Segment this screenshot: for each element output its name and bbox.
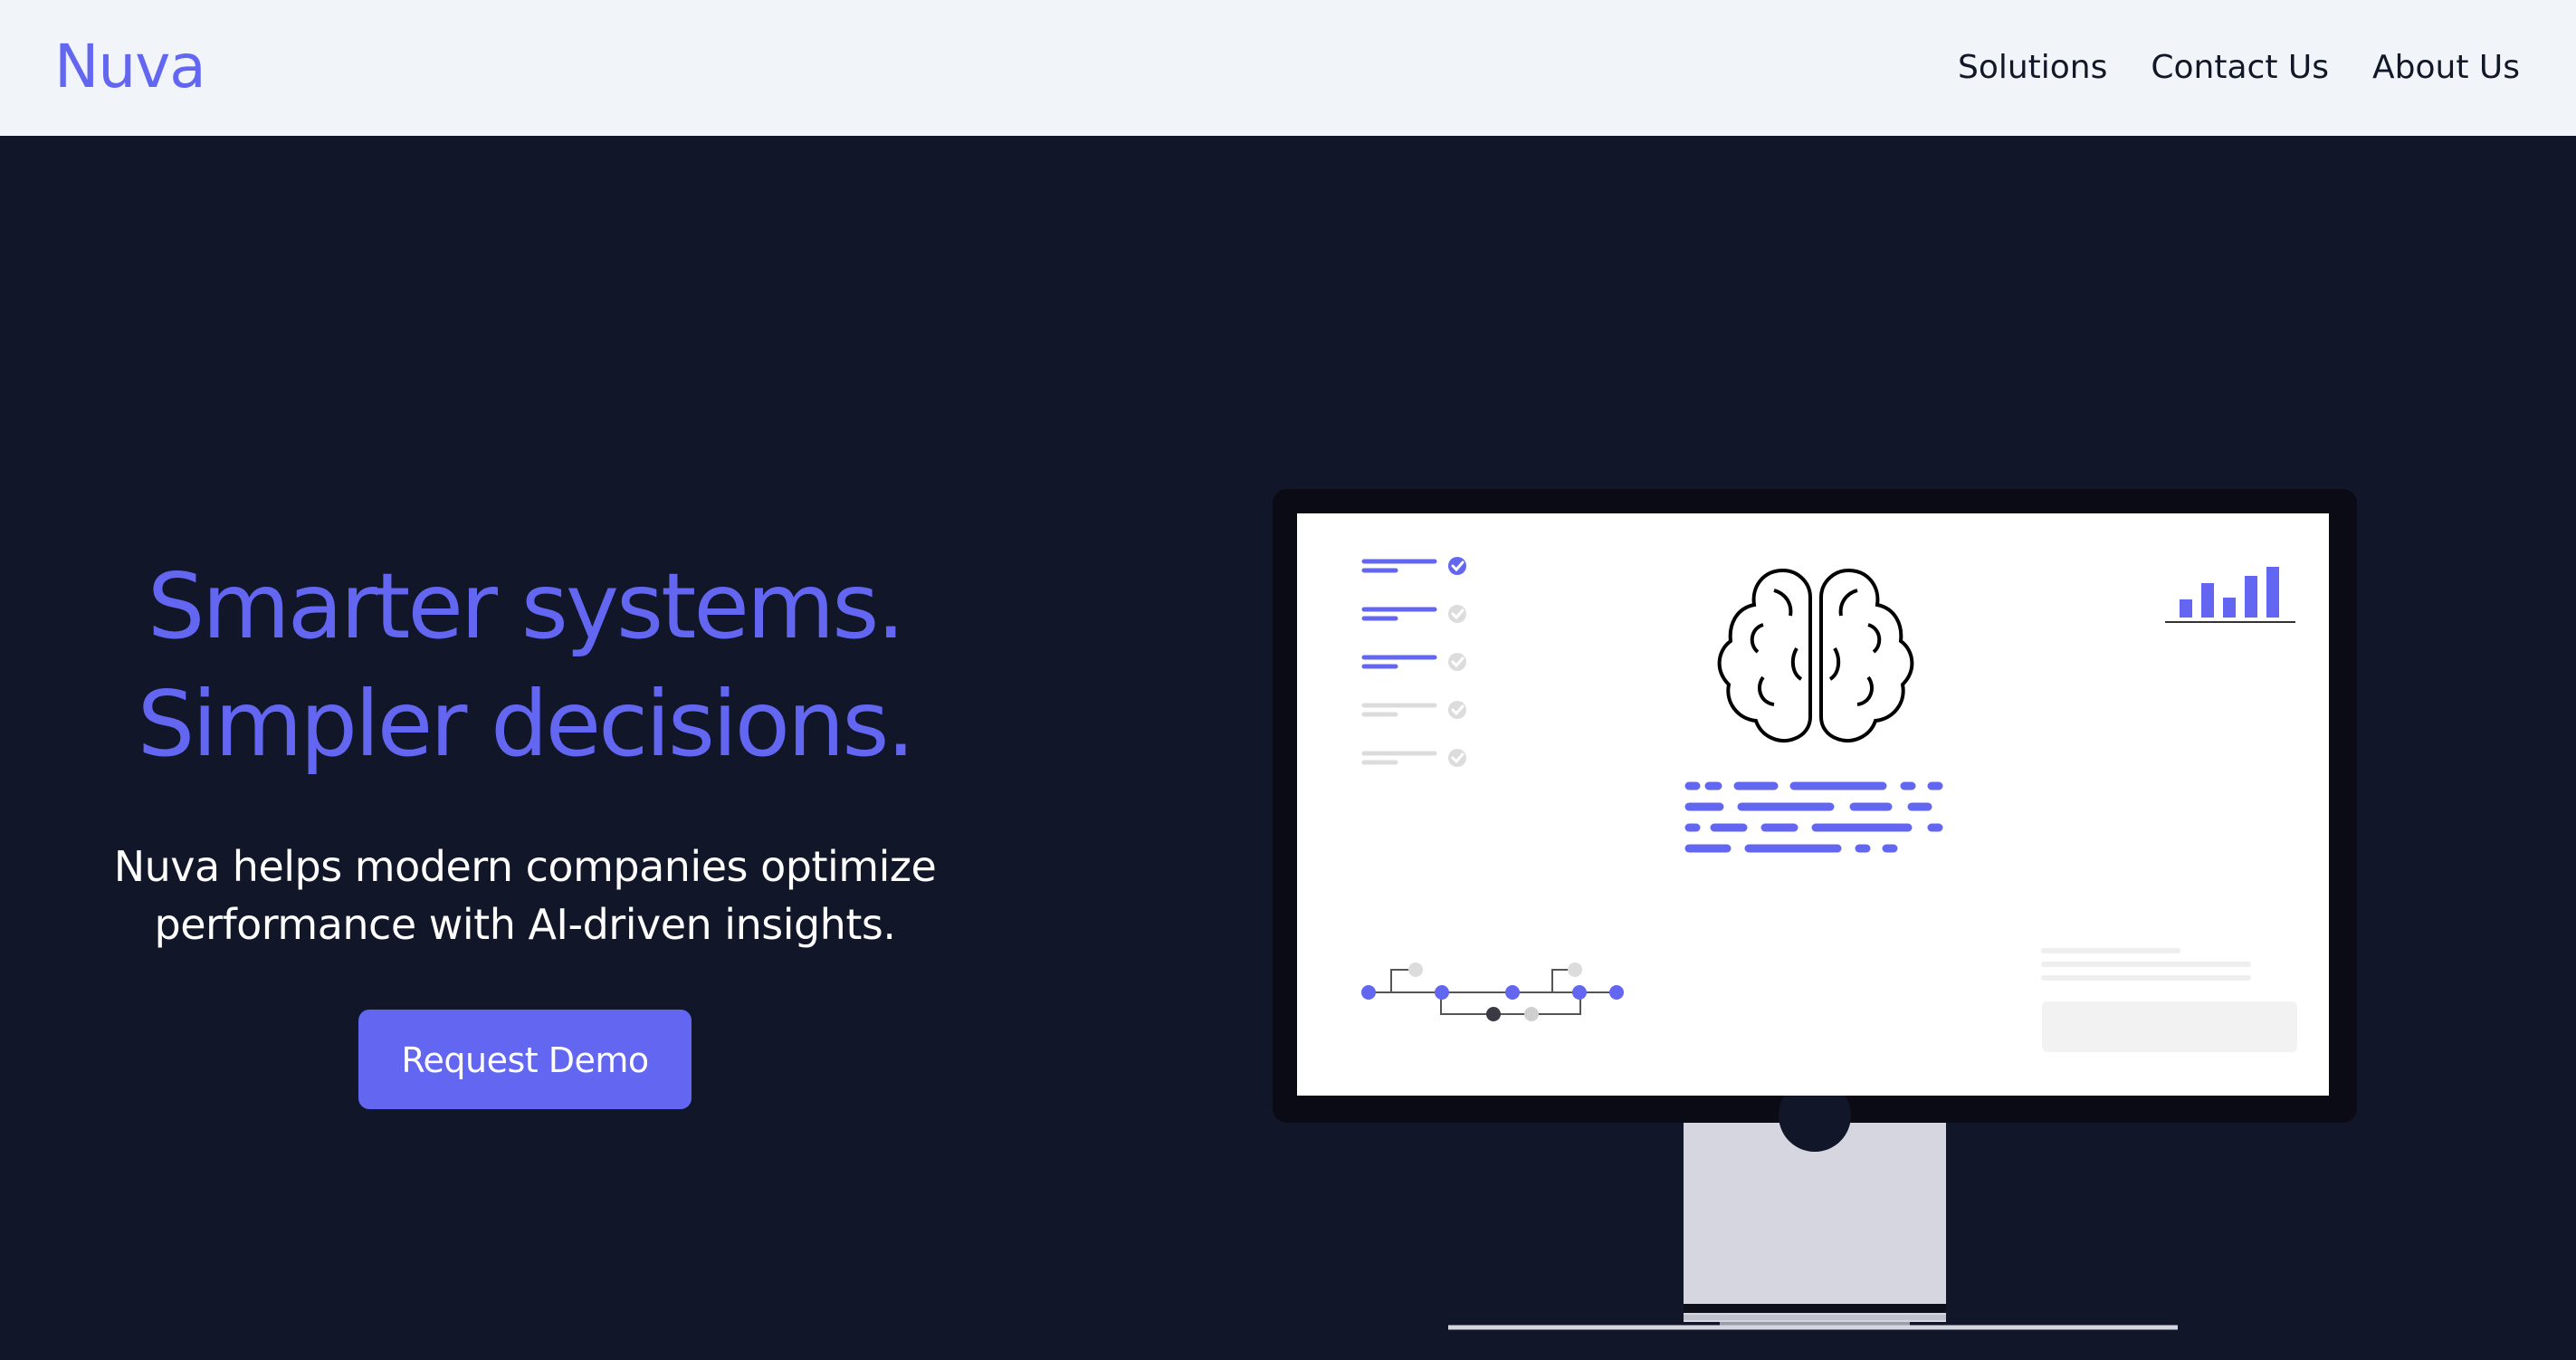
hero-section: Smarter systems. Simpler decisions. Nuva… [0,136,2576,1360]
computer-monitor-illustration [1273,489,2357,1330]
headline-line-1: Smarter systems. [147,553,905,659]
top-navigation-bar: Nuva Solutions Contact Us About Us [0,0,2576,136]
hero-headline: Smarter systems. Simpler decisions. [0,548,1050,783]
nav-link-about-us[interactable]: About Us [2372,45,2520,91]
hero-content: Smarter systems. Simpler decisions. Nuva… [0,548,1050,1109]
nav-link-contact-us[interactable]: Contact Us [2151,45,2329,91]
main-nav: Solutions Contact Us About Us [1958,45,2520,91]
request-demo-button[interactable]: Request Demo [358,1010,692,1109]
headline-line-2: Simpler decisions. [137,671,915,777]
brand-logo[interactable]: Nuva [54,31,206,103]
hero-subtext: Nuva helps modern companies optimize per… [113,842,937,949]
nav-link-solutions[interactable]: Solutions [1958,45,2107,91]
